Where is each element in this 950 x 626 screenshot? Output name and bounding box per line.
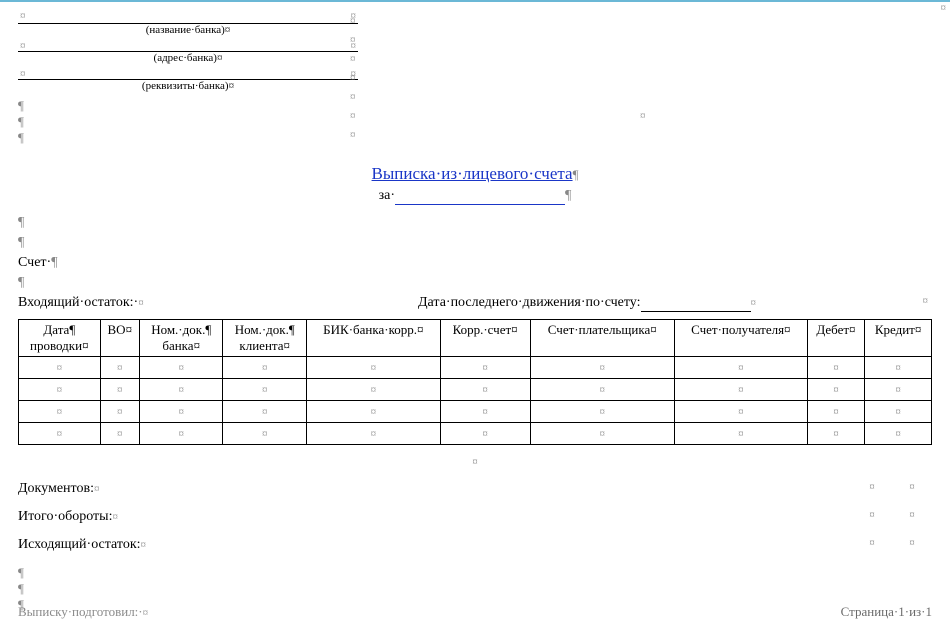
table-cell: ¤ — [139, 357, 223, 379]
paragraph-mark: ¶ — [18, 114, 358, 130]
table-cell: ¤ — [530, 423, 674, 445]
prepared-by-label: Выписку·подготовил:·¤ — [18, 604, 148, 620]
table-cell: ¤ — [100, 423, 139, 445]
paragraph-mark: ¶ — [51, 255, 57, 270]
table-cell: ¤ — [19, 401, 101, 423]
paragraph-mark: ¶ — [18, 581, 932, 597]
table-cell: ¤ — [100, 379, 139, 401]
table-cell: ¤ — [440, 357, 530, 379]
table-cell: ¤ — [865, 423, 932, 445]
table-cell: ¤ — [440, 379, 530, 401]
table-cell: ¤ — [223, 401, 307, 423]
documents-row: Документов:¤ ¤¤ — [18, 481, 932, 497]
table-cell: ¤ — [139, 401, 223, 423]
table-cell: ¤ — [807, 379, 865, 401]
paragraph-mark: ¶ — [18, 275, 932, 291]
mark: ¤ — [640, 110, 646, 122]
table-header-cell: Дебет¤ — [807, 320, 865, 357]
period-underline — [395, 188, 565, 205]
table-header-cell: Счет·получателя¤ — [674, 320, 807, 357]
mark: ¤ — [472, 456, 478, 468]
bank-req-caption: (реквизиты·банка)¤ — [18, 80, 358, 92]
paragraph-mark: ¶ — [18, 235, 932, 251]
account-label: Счет· — [18, 255, 51, 270]
table-header-cell: ВО¤ — [100, 320, 139, 357]
table-cell: ¤ — [674, 401, 807, 423]
table-header-cell: Счет·плательщика¤ — [530, 320, 674, 357]
last-movement-underline — [641, 295, 751, 312]
table-cell: ¤ — [807, 401, 865, 423]
table-cell: ¤ — [530, 401, 674, 423]
table-row: ¤¤¤¤¤¤¤¤¤¤ — [19, 357, 932, 379]
table-header-row: Дата¶проводки¤ВО¤Ном.·док.¶банка¤Ном.·до… — [19, 320, 932, 357]
table-row: ¤¤¤¤¤¤¤¤¤¤ — [19, 423, 932, 445]
table-cell: ¤ — [19, 379, 101, 401]
document-title: Выписка·из·лицевого·счета — [372, 164, 573, 183]
table-cell: ¤ — [674, 379, 807, 401]
table-header-cell: Дата¶проводки¤ — [19, 320, 101, 357]
table-cell: ¤ — [139, 379, 223, 401]
mark: ¤ — [941, 2, 947, 14]
mark: ¤ — [20, 10, 26, 22]
transactions-table: Дата¶проводки¤ВО¤Ном.·док.¶банка¤Ном.·до… — [18, 319, 932, 445]
table-cell: ¤ — [865, 379, 932, 401]
table-cell: ¤ — [306, 423, 440, 445]
paragraph-mark: ¶ — [565, 188, 571, 203]
table-cell: ¤ — [223, 379, 307, 401]
paragraph-mark: ¶ — [18, 215, 932, 231]
za-label: за· — [379, 188, 395, 203]
table-row: ¤¤¤¤¤¤¤¤¤¤ — [19, 401, 932, 423]
mark: ¤ — [138, 297, 144, 309]
bank-header-block: ¤ ¤ (название·банка)¤ ¤ ¤ (адрес·банка)¤… — [18, 12, 358, 146]
table-cell: ¤ — [306, 379, 440, 401]
last-movement-label: Дата·последнего·движения·по·счету: — [418, 295, 641, 310]
table-cell: ¤ — [674, 423, 807, 445]
table-cell: ¤ — [100, 401, 139, 423]
table-cell: ¤ — [440, 401, 530, 423]
paragraph-mark: ¶ — [18, 565, 932, 581]
table-header-cell: Корр.·счет¤ — [440, 320, 530, 357]
table-header-cell: Ном.·док.¶клиента¤ — [223, 320, 307, 357]
table-cell: ¤ — [223, 357, 307, 379]
table-cell: ¤ — [865, 401, 932, 423]
table-cell: ¤ — [807, 357, 865, 379]
turnover-row: Итого·обороты:¤ ¤¤ — [18, 509, 932, 525]
table-cell: ¤ — [865, 357, 932, 379]
mark: ¤ — [20, 68, 26, 80]
table-cell: ¤ — [306, 357, 440, 379]
mark: ¤ — [923, 295, 929, 307]
page-number: Страница·1·из·1 — [841, 604, 932, 620]
table-cell: ¤ — [100, 357, 139, 379]
mark: ¤ — [751, 297, 757, 309]
table-cell: ¤ — [19, 357, 101, 379]
table-cell: ¤ — [807, 423, 865, 445]
paragraph-mark: ¶ — [18, 130, 358, 146]
table-body: ¤¤¤¤¤¤¤¤¤¤¤¤¤¤¤¤¤¤¤¤¤¤¤¤¤¤¤¤¤¤¤¤¤¤¤¤¤¤¤¤ — [19, 357, 932, 445]
table-cell: ¤ — [306, 401, 440, 423]
right-column-marks: ¤ ¤ ¤ ¤ ¤ ¤ ¤ — [350, 12, 356, 145]
paragraph-mark: ¶ — [573, 167, 579, 182]
table-header-cell: БИК·банка·корр.¤ — [306, 320, 440, 357]
paragraph-mark: ¶ — [18, 597, 932, 613]
bank-addr-caption: (адрес·банка)¤ — [18, 52, 358, 64]
table-header-cell: Кредит¤ — [865, 320, 932, 357]
paragraph-mark: ¶ — [18, 98, 358, 114]
outgoing-balance-row: Исходящий·остаток:¤ ¤¤ — [18, 537, 932, 553]
incoming-balance-label: Входящий·остаток:· — [18, 295, 138, 310]
table-cell: ¤ — [440, 423, 530, 445]
bank-name-caption: (название·банка)¤ — [18, 24, 358, 36]
table-cell: ¤ — [223, 423, 307, 445]
table-cell: ¤ — [674, 357, 807, 379]
mark: ¤ — [20, 40, 26, 52]
table-cell: ¤ — [19, 423, 101, 445]
table-row: ¤¤¤¤¤¤¤¤¤¤ — [19, 379, 932, 401]
table-cell: ¤ — [530, 357, 674, 379]
table-cell: ¤ — [530, 379, 674, 401]
table-cell: ¤ — [139, 423, 223, 445]
table-header-cell: Ном.·док.¶банка¤ — [139, 320, 223, 357]
